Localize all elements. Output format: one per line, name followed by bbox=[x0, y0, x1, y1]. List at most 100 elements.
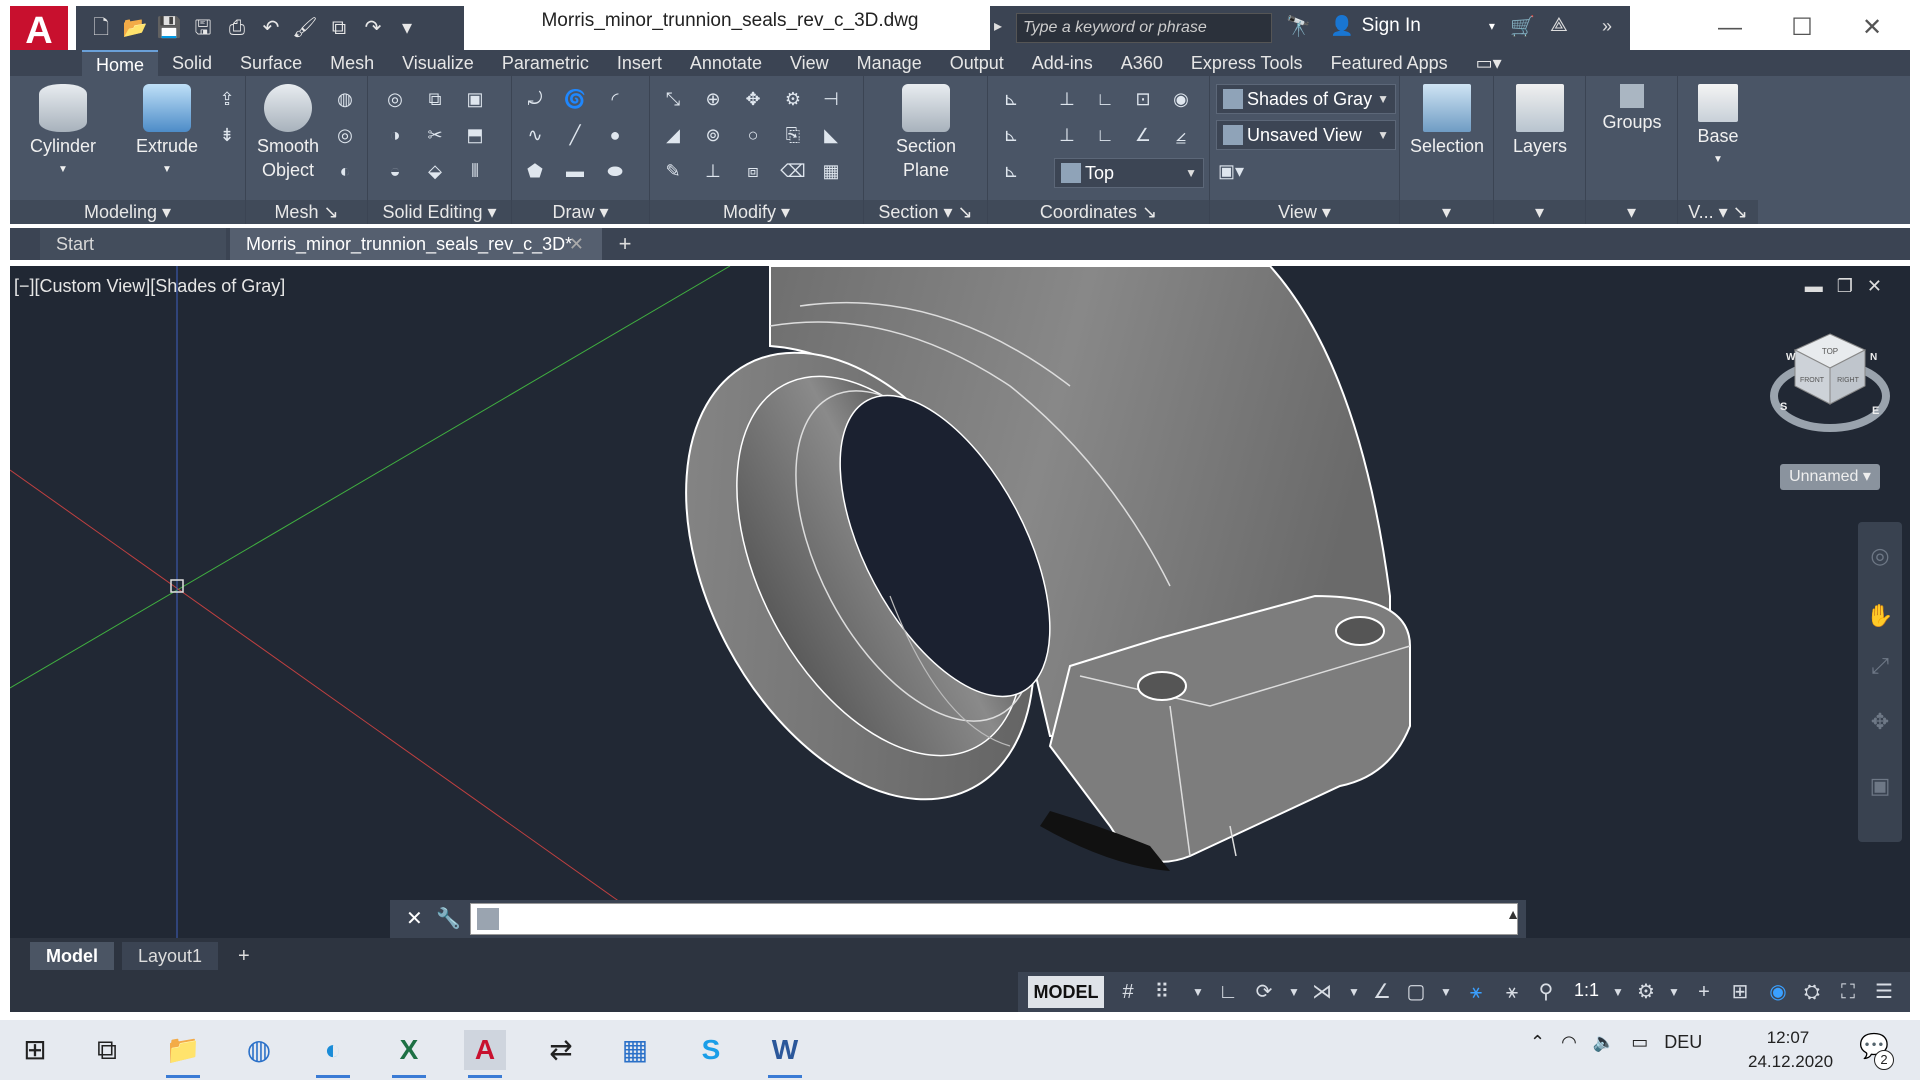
ribbon-options-icon[interactable]: ▭▾ bbox=[1462, 50, 1516, 76]
tab-manage[interactable]: Manage bbox=[843, 50, 936, 76]
fillet-edge-icon[interactable]: ◢ bbox=[660, 122, 686, 148]
sign-in-button[interactable]: 👤 Sign In ▾ bbox=[1330, 14, 1495, 38]
skype-icon[interactable]: S bbox=[690, 1030, 732, 1070]
viewpoint-dropdown[interactable]: Top ▼ bbox=[1054, 158, 1204, 188]
groups-button[interactable]: Groups bbox=[1590, 84, 1674, 134]
array-icon[interactable]: ▦ bbox=[818, 158, 844, 184]
layers-button[interactable]: Layers bbox=[1498, 84, 1582, 158]
ellipse-icon[interactable]: ⬬ bbox=[602, 158, 628, 184]
taskbar-clock[interactable]: 12:07 24.12.2020 bbox=[1748, 1026, 1833, 1074]
calculator-icon[interactable]: ▦ bbox=[614, 1030, 656, 1070]
viewport-minimize-icon[interactable]: ▬ bbox=[1805, 276, 1823, 297]
tab-add-ins[interactable]: Add-ins bbox=[1018, 50, 1107, 76]
redo-icon[interactable]: ↷ bbox=[358, 13, 388, 43]
workspace-gear-icon[interactable]: ⚙ bbox=[1632, 978, 1660, 1006]
polar-dropdown-icon[interactable]: ▼ bbox=[1280, 978, 1308, 1006]
zoom-extents-icon[interactable]: ⤢ bbox=[1866, 652, 1894, 680]
close-command-line-icon[interactable]: ✕ bbox=[406, 906, 423, 931]
tab-a360[interactable]: A360 bbox=[1107, 50, 1177, 76]
save-icon[interactable]: 💾 bbox=[154, 13, 184, 43]
windows-start-icon[interactable]: ⊞ bbox=[14, 1030, 56, 1070]
isodraft-icon[interactable]: ⋊ bbox=[1308, 978, 1336, 1006]
tab-view[interactable]: View bbox=[776, 50, 843, 76]
binoculars-icon[interactable]: 🔭 bbox=[1286, 14, 1311, 39]
drawing-viewport[interactable]: [−][Custom View][Shades of Gray] ▬ ❐ ✕ T… bbox=[10, 266, 1910, 938]
input-language[interactable]: DEU bbox=[1664, 1032, 1702, 1053]
model-canvas[interactable] bbox=[10, 266, 1910, 938]
ucs-icon[interactable]: ⊾ bbox=[998, 86, 1024, 112]
excel-icon[interactable]: X bbox=[388, 1030, 430, 1078]
chamfer-icon[interactable]: ◣ bbox=[818, 122, 844, 148]
viewport-close-icon[interactable]: ✕ bbox=[1867, 276, 1882, 297]
maximize-button[interactable]: ☐ bbox=[1772, 8, 1832, 48]
ucs-named-icon[interactable]: ⊾ bbox=[998, 122, 1024, 148]
tab-surface[interactable]: Surface bbox=[226, 50, 316, 76]
osnap-dropdown-icon[interactable]: ▼ bbox=[1432, 978, 1460, 1006]
mirror-icon[interactable]: ⧈ bbox=[740, 158, 766, 184]
panel-groups-dropdown[interactable]: ▾ bbox=[1586, 200, 1677, 224]
viewports-icon[interactable]: ▣▾ bbox=[1218, 158, 1244, 184]
thicken-icon[interactable]: ⬙ bbox=[422, 158, 448, 184]
smooth-icon[interactable]: ⇟ bbox=[214, 122, 240, 148]
thunderbird-icon[interactable]: ◍ bbox=[238, 1030, 280, 1070]
autocad-taskbar-icon[interactable]: A bbox=[464, 1030, 506, 1078]
transfer-arrows-icon[interactable]: ⇄ bbox=[540, 1030, 582, 1070]
lock-ui-icon[interactable]: ⛭ bbox=[1798, 978, 1826, 1006]
snap-icon[interactable]: ⠿ bbox=[1148, 978, 1176, 1006]
extrude-button[interactable]: Extrude ▼ bbox=[122, 84, 212, 182]
pan-icon[interactable]: ✋ bbox=[1866, 602, 1894, 630]
section-plane-button[interactable]: Section Plane bbox=[878, 84, 974, 182]
ucs-origin-icon[interactable]: ⊾ bbox=[998, 158, 1024, 184]
smooth-object-button[interactable]: Smooth Object bbox=[252, 84, 324, 182]
ucs-3point-icon[interactable]: ∟ bbox=[1092, 86, 1118, 112]
scale-icon[interactable]: ⤡ bbox=[660, 86, 686, 112]
rectangle-icon[interactable]: ▬ bbox=[562, 158, 588, 184]
polyline-icon[interactable]: ⤾ bbox=[522, 86, 548, 112]
tab-output[interactable]: Output bbox=[936, 50, 1018, 76]
panel-selection-dropdown[interactable]: ▾ bbox=[1400, 200, 1493, 224]
panel-mesh-label[interactable]: Mesh ↘ bbox=[246, 200, 367, 224]
word-icon[interactable]: W bbox=[764, 1030, 806, 1078]
panel-layers-dropdown[interactable]: ▾ bbox=[1494, 200, 1585, 224]
extrude-faces-icon[interactable]: ⬒ bbox=[462, 122, 488, 148]
tab-annotate[interactable]: Annotate bbox=[676, 50, 776, 76]
save-as-icon[interactable]: 🖫 bbox=[188, 13, 218, 43]
slice-icon[interactable]: ✂ bbox=[422, 122, 448, 148]
3d-rotate-icon[interactable]: ⊕ bbox=[700, 86, 726, 112]
tab-featured-apps[interactable]: Featured Apps bbox=[1317, 50, 1462, 76]
mesh-crease-icon[interactable]: ◐ bbox=[332, 158, 358, 184]
model-space-button[interactable]: MODEL bbox=[1028, 976, 1104, 1008]
rotate-icon[interactable]: ⊚ bbox=[700, 122, 726, 148]
align-icon[interactable]: ⊣ bbox=[818, 86, 844, 112]
notification-center-icon[interactable]: 💬 2 bbox=[1856, 1032, 1894, 1070]
clean-screen-icon[interactable]: ⛶ bbox=[1834, 978, 1862, 1006]
tab-express-tools[interactable]: Express Tools bbox=[1177, 50, 1317, 76]
annotation-scale-icon[interactable]: ⚲ bbox=[1532, 978, 1560, 1006]
spline-icon[interactable]: ∿ bbox=[522, 122, 548, 148]
helix-icon[interactable]: 🌀 bbox=[562, 86, 588, 112]
polygon-icon[interactable]: ⬟ bbox=[522, 158, 548, 184]
isodraft-dropdown-icon[interactable]: ▼ bbox=[1340, 978, 1368, 1006]
ucs-view-icon[interactable]: ⊡ bbox=[1130, 86, 1156, 112]
circle-icon[interactable]: ● bbox=[602, 122, 628, 148]
viewcube[interactable]: TOP FRONT RIGHT S E W N bbox=[1770, 326, 1890, 436]
command-prompt-icon[interactable] bbox=[477, 908, 499, 930]
autodesk-app-store-icon[interactable]: ⟁ bbox=[1550, 14, 1568, 37]
undo-icon[interactable]: ↶ bbox=[256, 13, 286, 43]
subtract-icon[interactable]: ◑ bbox=[382, 122, 408, 148]
steering-wheel-icon[interactable]: ◎ bbox=[1866, 542, 1894, 570]
line-icon[interactable]: ╱ bbox=[562, 122, 588, 148]
intersect-icon[interactable]: ◒ bbox=[382, 158, 408, 184]
panel-modeling-label[interactable]: Modeling ▾ bbox=[10, 200, 245, 224]
showmotion-icon[interactable]: ▣ bbox=[1866, 772, 1894, 800]
panel-base-label[interactable]: V... ▾ ↘ bbox=[1678, 200, 1758, 224]
tab-home[interactable]: Home bbox=[82, 50, 159, 76]
annotation-monitor-icon[interactable]: + bbox=[1690, 978, 1718, 1006]
panel-coordinates-label[interactable]: Coordinates ↘ bbox=[988, 200, 1209, 224]
union-icon[interactable]: ◎ bbox=[382, 86, 408, 112]
3d-move-icon[interactable]: ⚙ bbox=[780, 86, 806, 112]
grid-icon[interactable]: # bbox=[1114, 978, 1142, 1006]
wifi-icon[interactable]: ◠ bbox=[1561, 1032, 1577, 1053]
erase-icon[interactable]: ⌫ bbox=[780, 158, 806, 184]
tab-insert[interactable]: Insert bbox=[603, 50, 676, 76]
